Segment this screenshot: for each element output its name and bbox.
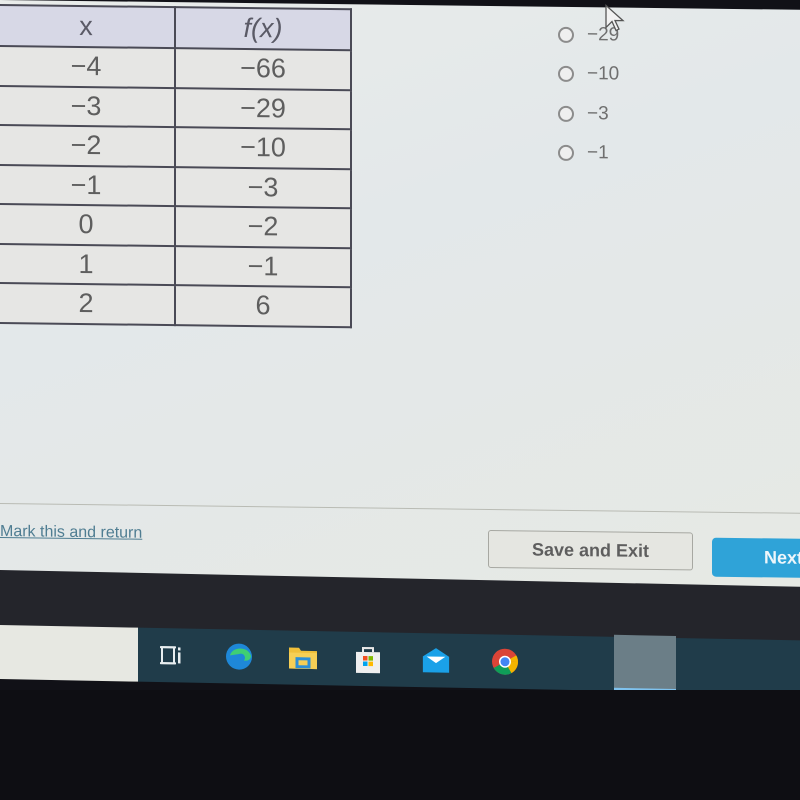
choice-label: −1: [587, 142, 609, 164]
task-view-icon[interactable]: [156, 640, 186, 671]
cell-fx: −1: [175, 245, 351, 288]
desk-background: [0, 690, 800, 800]
taskbar-search-box[interactable]: [0, 625, 138, 682]
table-row: −1 −3: [0, 164, 351, 209]
table-row: 0 −2: [0, 203, 351, 248]
taskbar-bar: [138, 627, 800, 696]
cell-x: 2: [0, 282, 175, 325]
cell-x: −1: [0, 164, 175, 207]
function-table: x f(x) −4 −66 −3 −29 −2 −10 −1 −3 0 −2 1 −1 26: [0, 3, 352, 328]
active-app-highlight: [614, 634, 676, 692]
header-fx: f(x): [175, 7, 351, 51]
cell-x: 0: [0, 203, 175, 246]
cell-fx: −66: [175, 48, 351, 90]
mail-icon[interactable]: [421, 645, 451, 676]
cell-x: −2: [0, 124, 175, 167]
mouse-cursor-icon: [605, 3, 625, 32]
edge-icon[interactable]: [224, 641, 254, 672]
table-row: −3 −29: [0, 85, 351, 130]
chrome-icon[interactable]: [490, 646, 520, 677]
save-and-exit-button[interactable]: Save and Exit: [488, 529, 693, 571]
cell-fx: −29: [175, 87, 351, 130]
screen: x f(x) −4 −66 −3 −29 −2 −10 −1 −3 0 −2 1 −1 26…: [0, 0, 800, 800]
table-row: −2 −10: [0, 124, 351, 169]
next-button[interactable]: Next: [712, 537, 800, 579]
cell-x: 1: [0, 243, 175, 286]
mark-and-return-link[interactable]: Mark this and return: [0, 523, 142, 543]
microsoft-store-icon[interactable]: [353, 644, 383, 675]
answer-choice[interactable]: −1: [558, 133, 619, 173]
answer-choices: −29 −10 −3 −1: [558, 15, 619, 174]
table-row: 26: [0, 282, 351, 327]
choice-label: −10: [587, 63, 620, 85]
cell-fx: 6: [175, 285, 351, 327]
radio-button[interactable]: [558, 66, 574, 83]
cell-fx: −10: [175, 127, 351, 169]
table-header-row: x f(x): [0, 4, 351, 51]
header-x: x: [0, 4, 175, 49]
cell-x: −4: [0, 45, 175, 88]
radio-button[interactable]: [558, 26, 574, 43]
radio-button[interactable]: [558, 105, 574, 122]
cell-fx: −2: [175, 206, 351, 248]
answer-choice[interactable]: −10: [558, 54, 619, 94]
choice-label: −3: [587, 102, 609, 125]
radio-button[interactable]: [558, 145, 574, 162]
table-row: −4 −66: [0, 45, 351, 90]
answer-choice[interactable]: −3: [558, 94, 619, 134]
file-explorer-icon[interactable]: [288, 643, 318, 674]
cell-fx: −3: [175, 166, 351, 209]
footer-divider: [0, 503, 800, 514]
cell-x: −3: [0, 85, 175, 128]
table-row: 1 −1: [0, 243, 351, 288]
assessment-page: x f(x) −4 −66 −3 −29 −2 −10 −1 −3 0 −2 1 −1 26…: [0, 0, 800, 590]
